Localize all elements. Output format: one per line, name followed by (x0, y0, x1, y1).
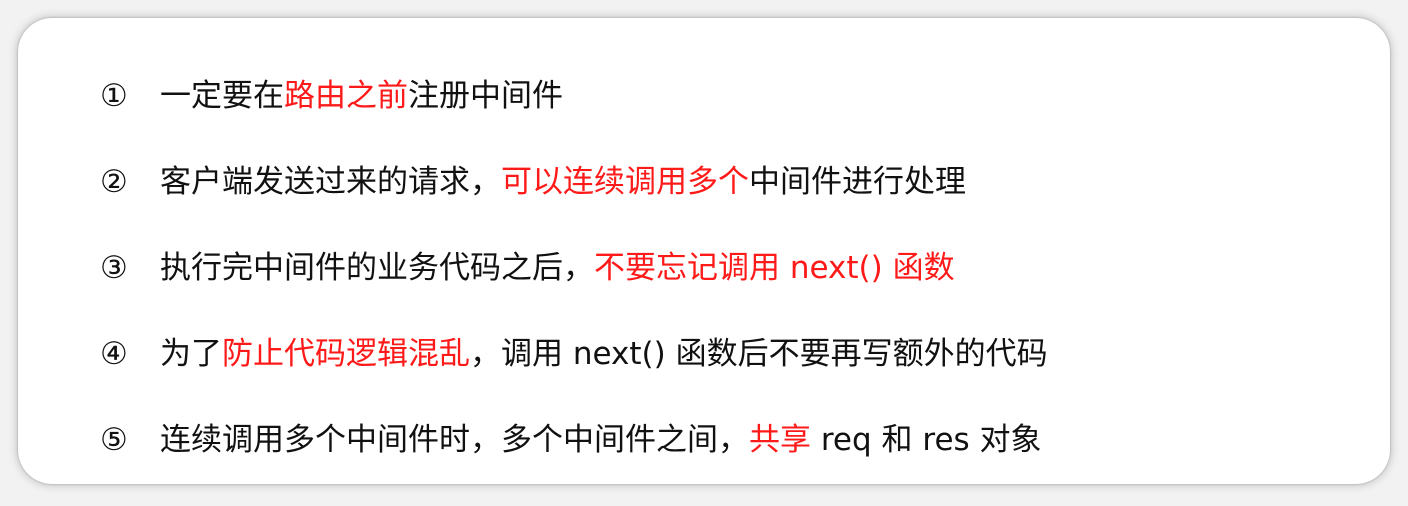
text-segment: req 和 res 对象 (811, 422, 1042, 458)
item-number: ③ (100, 250, 128, 286)
text-segment: 为了 (160, 336, 222, 372)
notes-card: ① 一定要在路由之前注册中间件 ② 客户端发送过来的请求，可以连续调用多个中间件… (18, 18, 1390, 484)
item-number: ④ (100, 336, 128, 372)
item-text: 执行完中间件的业务代码之后，不要忘记调用 next() 函数 (160, 248, 955, 288)
text-segment: ，调用 next() 函数后不要再写额外的代码 (470, 336, 1048, 372)
highlighted-text: 防止代码逻辑混乱 (222, 336, 470, 372)
item-text: 为了防止代码逻辑混乱，调用 next() 函数后不要再写额外的代码 (160, 334, 1048, 374)
highlighted-text: 可以连续调用多个 (501, 164, 749, 200)
text-segment: 注册中间件 (408, 78, 563, 114)
item-number: ② (100, 164, 128, 200)
text-segment: 执行完中间件的业务代码之后， (160, 250, 594, 286)
item-number: ⑤ (100, 422, 128, 458)
text-segment: 客户端发送过来的请求， (160, 164, 501, 200)
item-number: ① (100, 78, 128, 114)
highlighted-text: 路由之前 (284, 78, 408, 114)
text-segment: 连续调用多个中间件时，多个中间件之间， (160, 422, 749, 458)
text-segment: 中间件进行处理 (749, 164, 966, 200)
highlighted-text: 共享 (749, 422, 811, 458)
highlighted-text: 不要忘记调用 next() 函数 (594, 250, 955, 286)
item-text: 一定要在路由之前注册中间件 (160, 76, 563, 116)
item-text: 连续调用多个中间件时，多个中间件之间，共享 req 和 res 对象 (160, 420, 1042, 460)
item-text: 客户端发送过来的请求，可以连续调用多个中间件进行处理 (160, 162, 966, 202)
text-segment: 一定要在 (160, 78, 284, 114)
